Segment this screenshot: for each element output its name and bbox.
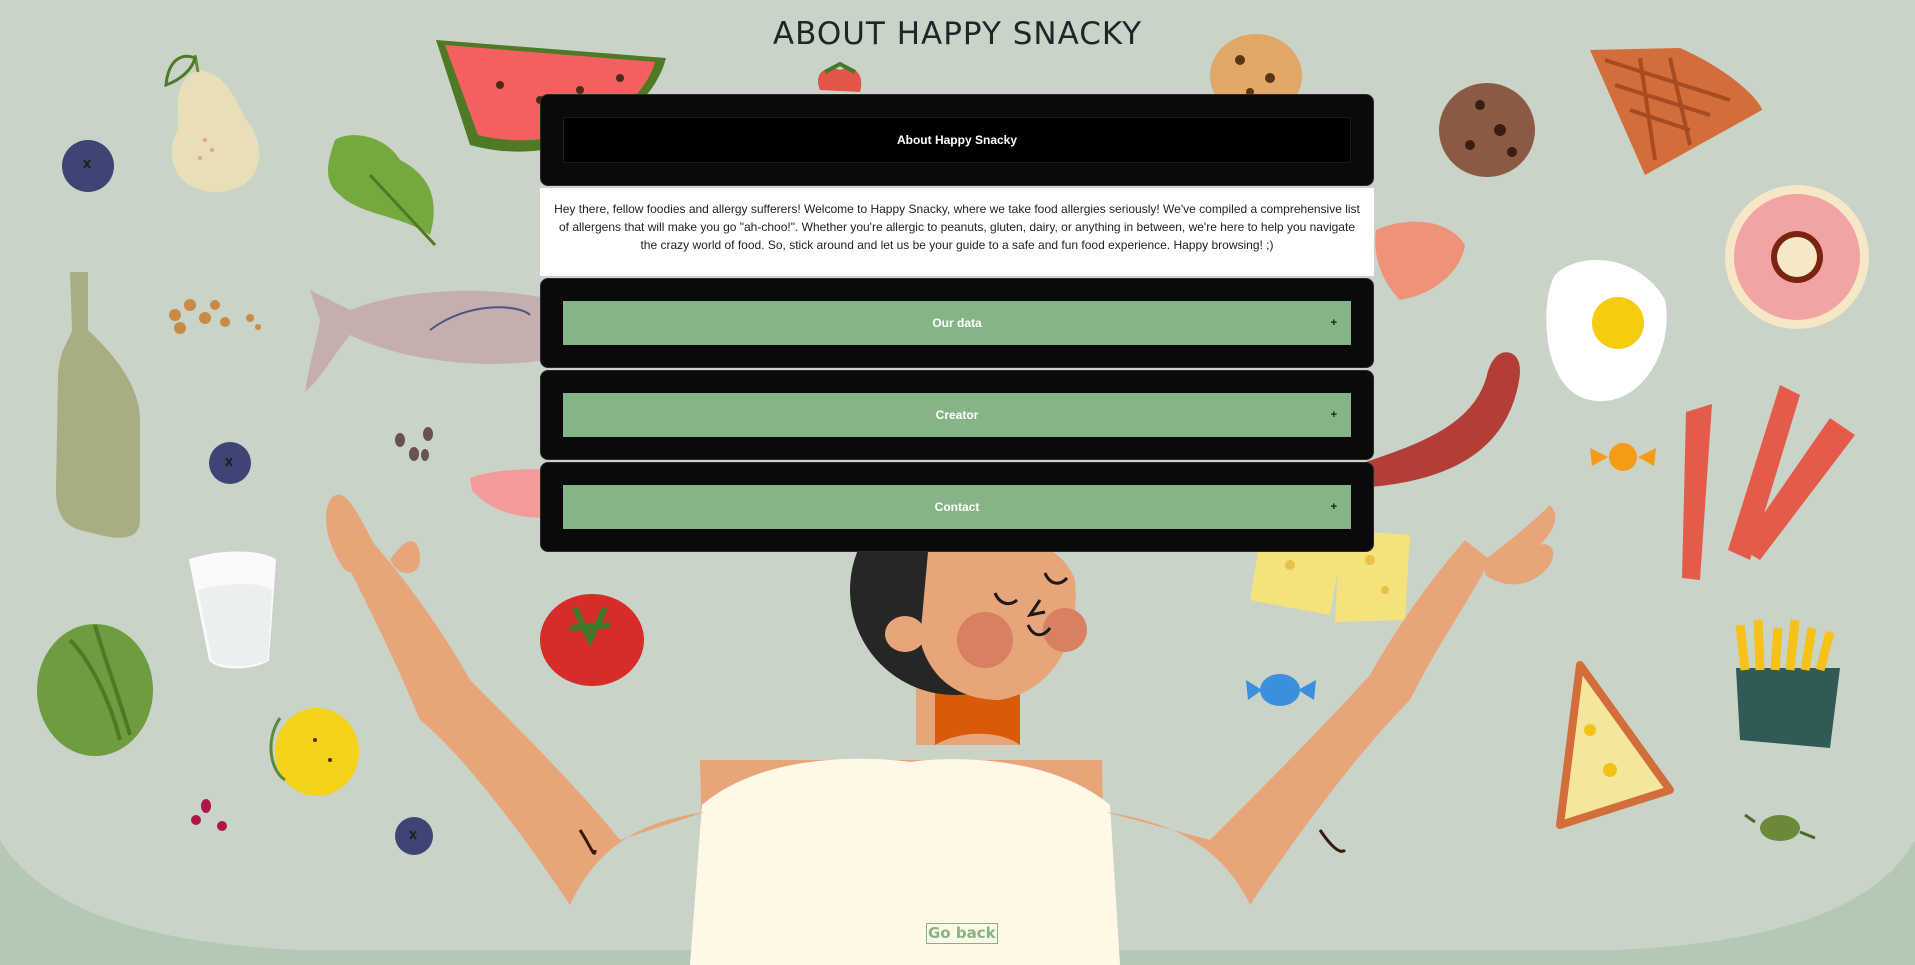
accordion-section-our-data: Our data + bbox=[540, 278, 1374, 368]
fried-egg-icon bbox=[1546, 260, 1667, 402]
candy-icon bbox=[1590, 443, 1656, 471]
accordion-label: Creator bbox=[935, 408, 979, 422]
plus-icon[interactable]: + bbox=[1331, 501, 1337, 513]
sausage-icon bbox=[1361, 352, 1520, 487]
plus-icon[interactable]: + bbox=[1331, 317, 1337, 329]
lemon-icon bbox=[269, 708, 359, 796]
blueberry-icon bbox=[395, 817, 433, 855]
pear-icon bbox=[164, 54, 260, 192]
accordion-creator[interactable]: Creator + bbox=[563, 393, 1351, 437]
strawberry-icon bbox=[818, 61, 862, 92]
plus-icon[interactable]: + bbox=[1331, 409, 1337, 421]
donut-icon bbox=[1725, 185, 1869, 329]
accordion-label: Contact bbox=[934, 500, 980, 514]
waffle-icon bbox=[1590, 48, 1762, 175]
go-back-link[interactable]: Go back bbox=[926, 923, 998, 944]
milk-glass-icon bbox=[188, 551, 277, 669]
candy-icon bbox=[1246, 674, 1316, 706]
olive-icon bbox=[1744, 813, 1816, 841]
accordion-section-creator: Creator + bbox=[540, 370, 1374, 460]
fries-icon bbox=[1735, 619, 1840, 748]
chocolate-cookie-icon bbox=[1439, 83, 1535, 177]
lettuce-leaf-icon bbox=[328, 135, 437, 247]
blueberry-icon bbox=[62, 140, 114, 192]
blueberry-icon bbox=[209, 442, 251, 484]
accordion-contact[interactable]: Contact + bbox=[563, 485, 1351, 529]
about-header-block: About Happy Snacky bbox=[540, 94, 1374, 186]
salmon-slice-icon bbox=[470, 469, 545, 518]
fish-icon bbox=[305, 290, 545, 392]
pizza-slice-icon bbox=[1556, 661, 1674, 829]
croissant-icon bbox=[1375, 221, 1465, 300]
lettuce-icon bbox=[37, 624, 153, 756]
seeds-icon bbox=[395, 427, 433, 461]
about-panel: About Happy Snacky Hey there, fellow foo… bbox=[540, 94, 1374, 554]
bacon-icon bbox=[1682, 385, 1855, 580]
page-title: ABOUT HAPPY SNACKY bbox=[772, 16, 1143, 52]
berries-icon bbox=[191, 799, 227, 831]
accordion-section-contact: Contact + bbox=[540, 462, 1374, 552]
lentils-icon bbox=[169, 299, 261, 334]
tomato-icon bbox=[540, 594, 644, 686]
about-header: About Happy Snacky bbox=[563, 117, 1351, 163]
about-intro-text: Hey there, fellow foodies and allergy su… bbox=[540, 188, 1374, 276]
wine-bottle-icon bbox=[56, 272, 140, 538]
accordion-label: Our data bbox=[932, 316, 982, 330]
accordion-our-data[interactable]: Our data + bbox=[563, 301, 1351, 345]
